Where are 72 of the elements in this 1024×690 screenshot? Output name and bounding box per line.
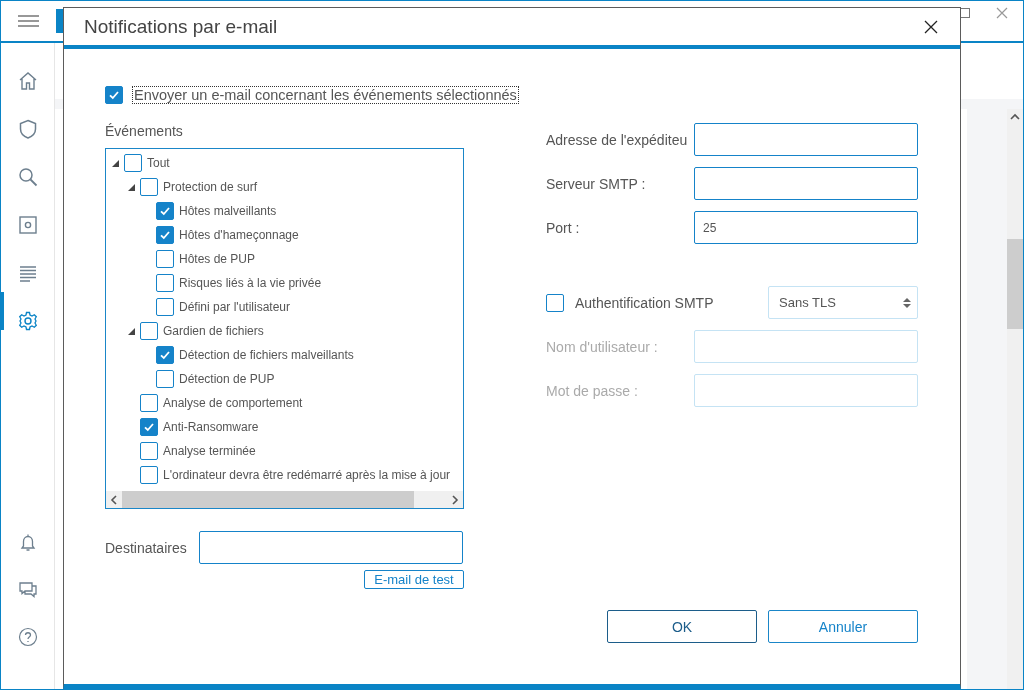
tree-item-label: Tout: [147, 156, 170, 170]
check-icon: [159, 349, 171, 361]
close-button[interactable]: [924, 19, 938, 34]
expand-triangle-icon[interactable]: [111, 159, 119, 167]
text-field[interactable]: [694, 167, 918, 200]
field-label: Serveur SMTP :: [546, 175, 646, 192]
checkbox[interactable]: [156, 346, 174, 364]
text-field[interactable]: 25: [694, 211, 918, 244]
tree-item-label: Protection de surf: [163, 180, 258, 194]
tree-item-label: Analyse terminée: [163, 444, 256, 458]
horizontal-scrollbar[interactable]: [106, 491, 463, 508]
square-icon[interactable]: [16, 214, 39, 236]
up-down-arrows-icon: [903, 296, 911, 309]
tree-item-label: Gardien de fichiers: [163, 324, 264, 338]
tree-item-label: Détection de fichiers malveillants: [179, 348, 354, 362]
checkbox[interactable]: [156, 226, 174, 244]
checkbox[interactable]: [156, 370, 174, 388]
checkbox-label: Authentification SMTP: [575, 294, 715, 311]
dialog-title: Notifications par e-mail: [84, 15, 279, 38]
expand-triangle-icon[interactable]: [127, 183, 135, 191]
tree-item-label: Anti-Ransomware: [163, 420, 259, 434]
field-label: Mot de passe :: [546, 382, 638, 399]
checkbox[interactable]: [156, 274, 174, 292]
menu-icon[interactable]: [18, 14, 39, 28]
test-email-button[interactable]: E-mail de test: [364, 570, 464, 589]
checkbox[interactable]: [546, 293, 564, 312]
check-icon: [108, 89, 120, 101]
scrollbar-thumb[interactable]: [1007, 239, 1023, 329]
checkbox[interactable]: [140, 466, 158, 484]
field-label: Nom d'utilisateur :: [546, 338, 658, 355]
help-icon[interactable]: [17, 627, 38, 647]
field-label: Adresse de l'expéditeu: [546, 131, 688, 148]
field-label: Destinataires: [105, 539, 187, 556]
tree-item-label: Détection de PUP: [179, 372, 275, 386]
scroll-right-icon[interactable]: [451, 494, 459, 505]
scroll-left-icon[interactable]: [110, 494, 118, 505]
close-icon[interactable]: [996, 7, 1008, 19]
tree-item-label: Analyse de comportement: [163, 396, 303, 410]
checkbox[interactable]: [140, 394, 158, 412]
chat-icon[interactable]: [17, 580, 38, 600]
search-icon[interactable]: [16, 166, 39, 188]
checkbox[interactable]: [156, 202, 174, 220]
settings-icon[interactable]: [16, 310, 39, 332]
checkbox[interactable]: [156, 298, 174, 316]
section-label: Événements: [105, 123, 184, 139]
tree-item-label: L'ordinateur devra être redémarré après la mise à jour: [163, 468, 451, 482]
scrollbar-thumb[interactable]: [122, 491, 414, 508]
text-field[interactable]: [694, 123, 918, 156]
recipients-field[interactable]: [198, 531, 463, 564]
tree-item-label: Hôtes d'hameçonnage: [179, 228, 299, 242]
expand-triangle-icon[interactable]: [127, 327, 135, 335]
check-icon: [159, 205, 171, 217]
checkbox[interactable]: [140, 442, 158, 460]
checkbox-label[interactable]: Envoyer un e-mail concernant les événements sélectionnés: [133, 87, 518, 103]
vertical-scrollbar[interactable]: [1007, 109, 1023, 689]
dialog-button[interactable]: Annuler: [768, 610, 918, 643]
checkbox[interactable]: [140, 322, 158, 340]
tree-item-label: Hôtes de PUP: [179, 252, 256, 266]
tree-item-label: Défini par l'utilisateur: [179, 300, 290, 314]
checkbox[interactable]: [140, 178, 158, 196]
checkbox[interactable]: [140, 418, 158, 436]
tree-item-label: Risques liés à la vie privée: [179, 276, 322, 290]
checkbox[interactable]: [156, 250, 174, 268]
encryption-dropdown[interactable]: Sans TLS: [768, 286, 918, 319]
field-label: Port :: [546, 219, 580, 236]
tree-item-label: Hôtes malveillants: [179, 204, 277, 218]
checkbox[interactable]: [105, 86, 123, 104]
check-icon: [159, 229, 171, 241]
checkbox[interactable]: [124, 154, 142, 172]
dialog-button[interactable]: OK: [607, 610, 757, 643]
check-icon: [143, 421, 155, 433]
scroll-up-icon[interactable]: [1010, 113, 1020, 121]
